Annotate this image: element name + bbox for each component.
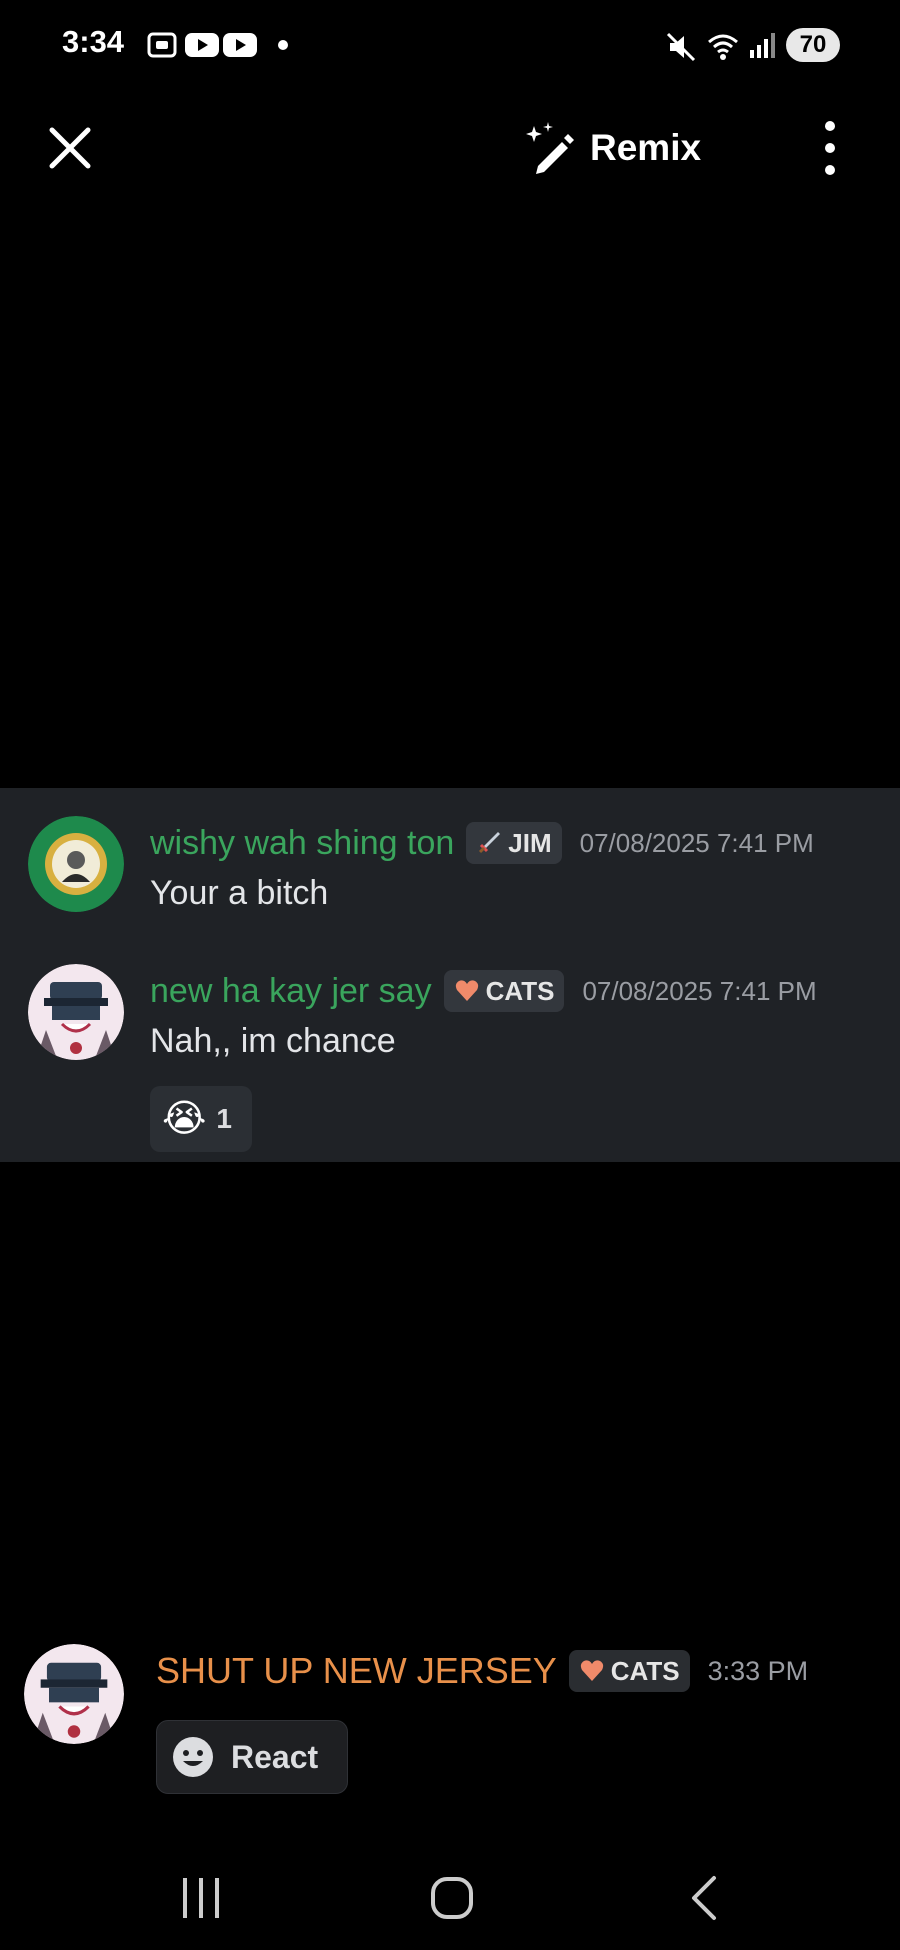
message-text: Your a bitch — [150, 874, 329, 912]
youtube-icon — [223, 33, 257, 57]
react-button[interactable]: React — [156, 1720, 348, 1794]
tag-label: CATS — [485, 975, 555, 1006]
reaction-chip[interactable]: 😭 1 — [150, 1086, 252, 1152]
tag-label: JIM — [508, 827, 552, 858]
username[interactable]: wishy wah shing ton — [150, 824, 454, 863]
more-options-button[interactable] — [812, 118, 848, 178]
user-tag[interactable]: JIM — [466, 822, 562, 864]
close-icon — [49, 127, 91, 169]
heart-icon — [455, 980, 478, 1001]
timestamp: 07/08/2025 7:41 PM — [579, 827, 814, 858]
status-time: 3:34 — [62, 24, 125, 59]
system-nav-bar — [0, 1850, 900, 1950]
home-button[interactable] — [422, 1868, 482, 1928]
dot-icon — [278, 40, 288, 50]
timestamp: 3:33 PM — [707, 1655, 809, 1686]
wifi-icon — [708, 34, 738, 60]
recent-apps-icon — [183, 1878, 219, 1918]
back-button[interactable] — [676, 1868, 736, 1928]
message-preview-card: wishy wah shing ton JIM 07/08/2025 7:41 … — [0, 788, 900, 1162]
close-button[interactable] — [44, 122, 96, 174]
tag-label: CATS — [610, 1655, 680, 1686]
battery-indicator: 70 — [786, 28, 840, 62]
recent-apps-button[interactable] — [171, 1868, 231, 1928]
username[interactable]: new ha kay jer say — [150, 972, 432, 1011]
crying-emoji-icon: 😭 — [162, 1098, 207, 1140]
author-header: SHUT UP NEW JERSEY CATS 3:33 PM — [156, 1650, 808, 1692]
timestamp: 07/08/2025 7:41 PM — [582, 975, 817, 1006]
user-tag[interactable]: CATS — [568, 1650, 690, 1692]
smiley-icon — [173, 1737, 213, 1777]
author-name[interactable]: SHUT UP NEW JERSEY — [156, 1650, 557, 1692]
screenshot-icon — [147, 32, 177, 58]
sword-icon — [479, 832, 501, 854]
message-text: Nah,, im chance — [150, 1022, 396, 1060]
user-tag[interactable]: CATS — [443, 970, 565, 1012]
heart-icon — [580, 1660, 603, 1681]
youtube-icon — [185, 33, 219, 57]
message-header: wishy wah shing ton JIM 07/08/2025 7:41 … — [150, 822, 814, 864]
author-avatar[interactable] — [24, 1644, 124, 1744]
avatar[interactable] — [28, 816, 124, 912]
reaction-count: 1 — [216, 1103, 232, 1134]
status-bar: 3:34 70 — [0, 0, 900, 90]
avatar[interactable] — [28, 964, 124, 1060]
cartoon-avatar — [28, 964, 124, 1060]
more-vertical-icon — [825, 121, 835, 175]
signal-icon — [750, 33, 775, 58]
washington-seal-avatar — [28, 816, 124, 912]
remix-button[interactable]: Remix — [522, 116, 701, 180]
message-header: new ha kay jer say CATS 07/08/2025 7:41 … — [150, 970, 817, 1012]
back-icon — [692, 1876, 716, 1920]
cartoon-avatar — [24, 1644, 124, 1744]
magic-pencil-icon — [526, 122, 574, 174]
react-label: React — [231, 1738, 319, 1775]
remix-label: Remix — [590, 127, 702, 168]
home-icon — [431, 1877, 473, 1919]
mute-icon — [666, 32, 696, 62]
